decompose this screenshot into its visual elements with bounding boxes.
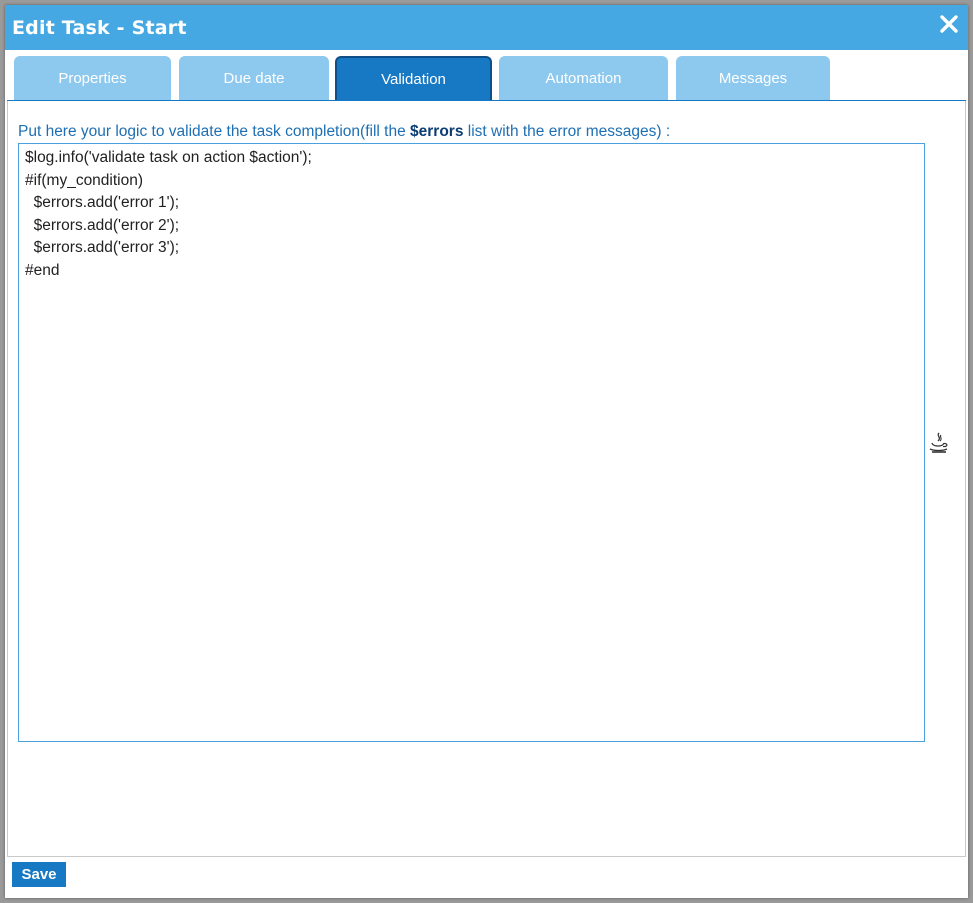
instruction-text-end: list with the error messages) : — [463, 123, 671, 140]
edit-task-dialog: Edit Task - Start Properties Due date Va… — [5, 5, 968, 898]
dialog-title: Edit Task - Start — [12, 17, 187, 39]
save-button[interactable]: Save — [12, 862, 66, 887]
tab-messages[interactable]: Messages — [676, 56, 830, 100]
tab-validation[interactable]: Validation — [335, 56, 492, 100]
tab-bar: Properties Due date Validation Automatio… — [5, 50, 968, 102]
instruction-text-start: Put here your logic to validate the task… — [18, 123, 411, 140]
dialog-titlebar: Edit Task - Start — [5, 5, 968, 50]
close-icon[interactable] — [938, 13, 960, 35]
tab-automation[interactable]: Automation — [499, 56, 668, 100]
tab-due-date[interactable]: Due date — [179, 56, 329, 100]
validation-instruction: Put here your logic to validate the task… — [18, 123, 670, 141]
validation-script-editor[interactable] — [18, 143, 925, 742]
errors-keyword: $errors — [410, 123, 464, 140]
java-icon[interactable] — [927, 431, 951, 457]
tab-properties[interactable]: Properties — [14, 56, 171, 100]
